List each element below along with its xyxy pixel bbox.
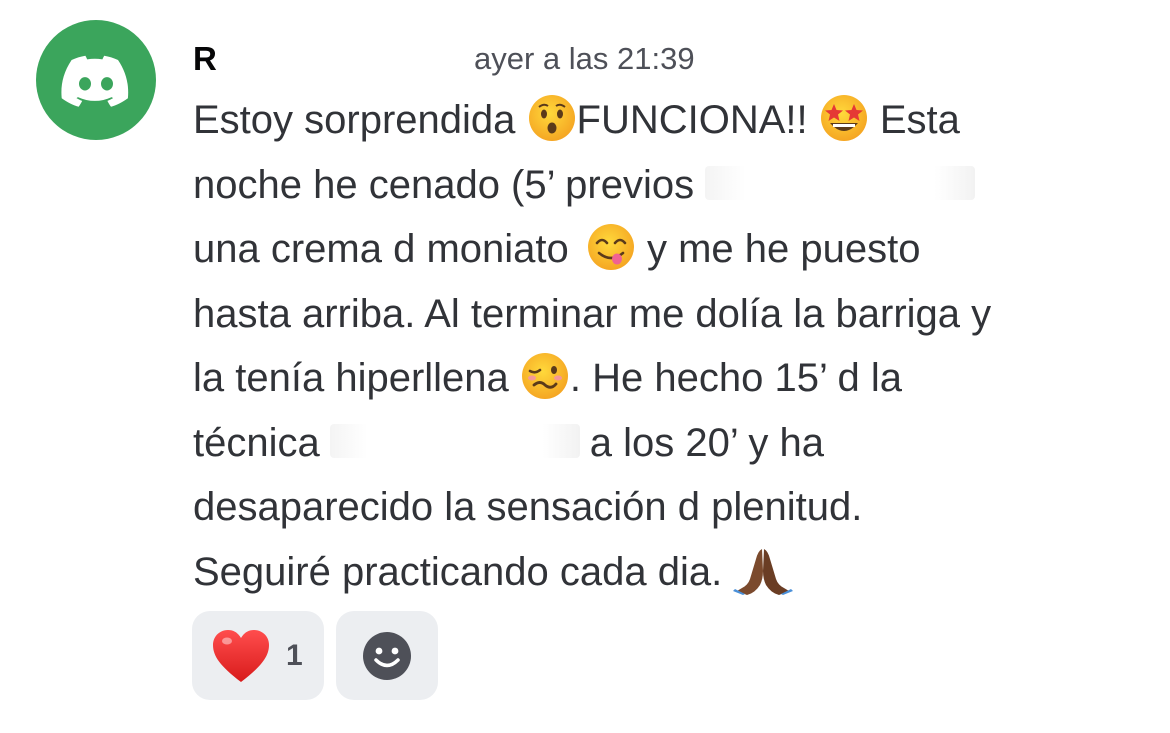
reaction-heart-button[interactable]: 1 bbox=[192, 611, 324, 700]
message-text: Seguiré practicando cada dia. bbox=[193, 549, 734, 594]
message-text: la tenía hiperllena bbox=[193, 356, 520, 400]
woozy-face-icon bbox=[520, 351, 570, 401]
message-text: y me he puesto bbox=[635, 227, 921, 271]
yum-face-icon bbox=[586, 222, 636, 272]
folded-hands-icon bbox=[733, 545, 794, 595]
message-line: desaparecido la sensación d plenitud. bbox=[193, 475, 1143, 540]
redacted-text bbox=[329, 423, 580, 458]
message-text: noche he cenado (5’ previos bbox=[193, 162, 706, 207]
avatar[interactable] bbox=[36, 20, 156, 140]
discord-logo-icon bbox=[36, 20, 156, 140]
message-text: . He hecho 15’ d la bbox=[569, 356, 902, 400]
star-struck-icon bbox=[819, 93, 869, 143]
add-reaction-smiley-icon bbox=[363, 632, 411, 680]
message-line: la tenía hiperllena . He hecho 15’ d la bbox=[193, 346, 1143, 411]
message-text: Estoy sorprendida bbox=[193, 98, 527, 142]
message-header: R ayer a las 21:39 bbox=[193, 36, 793, 82]
red-heart-icon bbox=[213, 630, 269, 682]
message-line: Estoy sorprendida FUNCIONA!! Esta bbox=[193, 88, 1143, 153]
message-line: una crema d moniato y me he puesto bbox=[193, 217, 1143, 282]
hushed-face-icon bbox=[527, 93, 577, 143]
message-line: noche he cenado (5’ previos bbox=[193, 153, 1143, 218]
message-text: desaparecido la sensación d plenitud. bbox=[193, 485, 863, 529]
timestamp[interactable]: ayer a las 21:39 bbox=[474, 36, 695, 82]
message-content: Estoy sorprendida FUNCIONA!! Esta noche … bbox=[193, 88, 1143, 604]
message-text: FUNCIONA!! bbox=[576, 98, 819, 142]
message-line: técnica a los 20’ y ha bbox=[193, 411, 1143, 476]
reaction-count: 1 bbox=[286, 639, 303, 672]
message-text: a los 20’ y ha bbox=[589, 420, 824, 465]
username-redaction bbox=[221, 46, 471, 74]
message-text: técnica bbox=[193, 420, 320, 465]
add-reaction-button[interactable] bbox=[336, 611, 438, 700]
message-text: Esta bbox=[868, 98, 960, 142]
message-line: hasta arriba. Al terminar me dolía la ba… bbox=[193, 282, 1143, 347]
username[interactable]: R bbox=[193, 36, 217, 82]
redacted-text bbox=[705, 165, 976, 200]
message-text: hasta arriba. Al terminar me dolía la ba… bbox=[193, 291, 992, 336]
message-line: Seguiré practicando cada dia. bbox=[193, 540, 1143, 605]
message-text: una crema d moniato bbox=[193, 227, 580, 271]
